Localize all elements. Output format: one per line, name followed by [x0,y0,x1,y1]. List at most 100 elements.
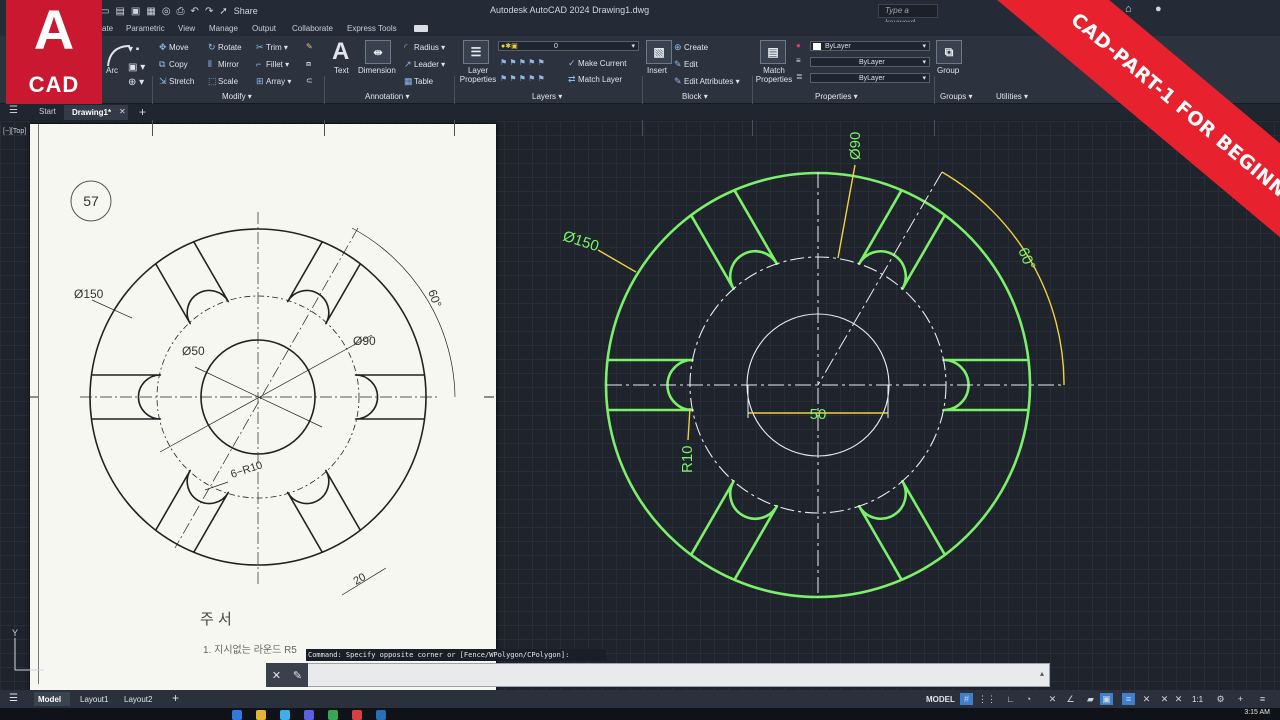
text-icon[interactable]: A [332,38,349,66]
selection-cycling-icon[interactable]: ≡ [1122,693,1135,705]
groups-panel-label[interactable]: Groups ▾ [940,92,972,101]
move-button[interactable]: ✥ Move [159,42,189,53]
annotation-panel-label[interactable]: Annotation ▾ [365,92,410,101]
share-button[interactable]: Share [234,6,258,16]
match-layer-button[interactable]: ⇄ Match Layer [568,74,622,85]
search-input[interactable]: Type a keyword [878,4,938,27]
tab-express-tools[interactable]: Express Tools [347,24,397,33]
arc-button[interactable]: Arc [106,66,118,75]
layer-dropdown[interactable]: ●✱▣ 0 ▾ [498,41,639,51]
dimension-button[interactable]: Dimension [358,66,396,75]
table-button[interactable]: ▦Table [404,76,433,87]
insert-button[interactable]: Insert [647,66,667,75]
osnap-icon[interactable]: ✕ [1046,693,1059,705]
stretch-button[interactable]: ⇲ Stretch [159,76,194,87]
command-line-grip[interactable]: ✕ ✎ [266,663,308,687]
taskbar-icon-2[interactable] [256,710,266,720]
offset-icon[interactable]: ⊂ [306,76,313,85]
app-menu-icon[interactable]: ☰ [9,105,18,116]
undo-icon[interactable]: ↶ [191,6,199,17]
snap-icon[interactable]: ⋮⋮ [978,693,996,705]
tab-manage[interactable]: Manage [209,24,238,33]
tab-layout2[interactable]: Layout2 [124,695,152,704]
otrack-icon[interactable]: ∠ [1064,693,1077,705]
properties-panel-label[interactable]: Properties ▾ [815,92,858,101]
radius-button[interactable]: ◜ Radius ▾ [404,42,445,53]
open-icon[interactable]: ▤ [115,6,124,17]
print-icon[interactable]: ⎙ [177,6,185,17]
tab-overflow-icon[interactable] [414,25,428,32]
annotation-autoscale-icon[interactable]: ✕ [1172,693,1185,705]
draw-extra-3[interactable]: ⊕ ▾ [128,77,144,88]
tab-start[interactable]: Start [39,107,56,116]
taskbar-icon-5[interactable] [328,710,338,720]
taskbar-icon-4[interactable] [304,710,314,720]
erase-icon[interactable]: ✎ [306,42,313,51]
layers-panel-label[interactable]: Layers ▾ [532,92,562,101]
trim-button[interactable]: ✂ Trim ▾ [256,42,288,53]
leader-button[interactable]: ↗ Leader ▾ [404,59,445,70]
customize-command-icon[interactable]: ✎ [293,669,302,682]
taskbar-icon-1[interactable] [232,710,242,720]
group-icon[interactable]: ⧉ [936,40,962,64]
web-icon[interactable]: ◎ [162,6,171,17]
annotation-scale[interactable]: 1:1 [1192,695,1203,704]
group-button[interactable]: Group [937,66,959,75]
taskbar-icon-6[interactable] [352,710,362,720]
grid-icon[interactable]: # [960,693,973,705]
dimension-icon[interactable]: ⇹ [365,40,391,64]
annotation-monitor-icon[interactable]: + [1234,693,1247,705]
share-icon[interactable]: ➚ [219,6,227,17]
insert-icon[interactable]: ▧ [646,40,672,64]
tab-annotate[interactable]: ate [102,24,113,33]
lineweight-dropdown[interactable]: ByLayer ▾ [810,73,930,83]
explode-icon[interactable]: ⧈ [306,59,311,69]
fillet-button[interactable]: ⌐ Fillet ▾ [256,59,289,69]
linetype-dropdown[interactable]: ByLayer ▾ [810,57,930,67]
tab-parametric[interactable]: Parametric [126,24,165,33]
save-icon[interactable]: ▣ [131,6,140,17]
3d-osnap-icon[interactable]: ✕ [1140,693,1153,705]
tab-output[interactable]: Output [252,24,276,33]
taskbar-icon-3[interactable] [280,710,290,720]
tab-layout1[interactable]: Layout1 [80,695,108,704]
customize-status-icon[interactable]: ≡ [1256,693,1269,705]
tab-model[interactable]: Model [38,695,61,704]
command-scroll-icon[interactable]: ▴ [1040,669,1044,678]
lineweight-toggle-icon[interactable]: ▰ [1084,693,1097,705]
polar-icon[interactable]: ◔ [1022,693,1035,705]
user-icon[interactable]: ● [1155,3,1162,15]
scale-button[interactable]: ⬚Scale [208,76,238,87]
model-space-button[interactable]: MODEL [926,695,955,704]
command-input[interactable] [312,668,1032,682]
create-block-button[interactable]: ⊕ Create [674,42,708,53]
text-button[interactable]: Text [334,66,349,75]
edit-attributes-button[interactable]: ✎ Edit Attributes ▾ [674,76,740,87]
saveas-icon[interactable]: ▦ [146,6,155,17]
layer-properties-button[interactable]: Layer Properties [458,66,498,84]
ortho-icon[interactable]: ∟ [1004,693,1017,705]
rotate-button[interactable]: ↻ Rotate [208,42,242,53]
layer-tools-row1[interactable]: ⚑ ⚑ ⚑ ⚑ ⚑ [500,58,545,67]
tab-collaborate[interactable]: Collaborate [292,24,333,33]
close-command-icon[interactable]: ✕ [272,669,281,682]
annotation-visibility-icon[interactable]: ✕ [1158,693,1171,705]
layer-properties-icon[interactable]: ☰ [463,40,489,64]
color-dropdown[interactable]: ByLayer ▾ [810,41,930,51]
modify-panel-label[interactable]: Modify ▾ [222,92,252,101]
match-properties-icon[interactable]: ▤ [760,40,786,64]
copy-button[interactable]: ⧉ Copy [159,59,188,70]
utilities-panel-label[interactable]: Utilities ▾ [996,92,1028,101]
make-current-button[interactable]: ✓ Make Current [568,58,626,69]
layer-tools-row2[interactable]: ⚑ ⚑ ⚑ ⚑ ⚑ [500,74,545,83]
array-button[interactable]: ⊞ Array ▾ [256,76,291,87]
tab-drawing1[interactable]: Drawing1* ✕ [64,105,128,120]
draw-extra-2[interactable]: ▣ ▾ [128,62,145,73]
workspace-gear-icon[interactable]: ⚙ [1214,693,1227,705]
match-properties-button[interactable]: Match Properties [754,66,794,84]
tab-view[interactable]: View [178,24,195,33]
block-panel-label[interactable]: Block ▾ [682,92,708,101]
edit-block-button[interactable]: ✎ Edit [674,59,698,70]
transparency-icon[interactable]: ▣ [1100,693,1113,705]
redo-icon[interactable]: ↷ [205,6,213,17]
